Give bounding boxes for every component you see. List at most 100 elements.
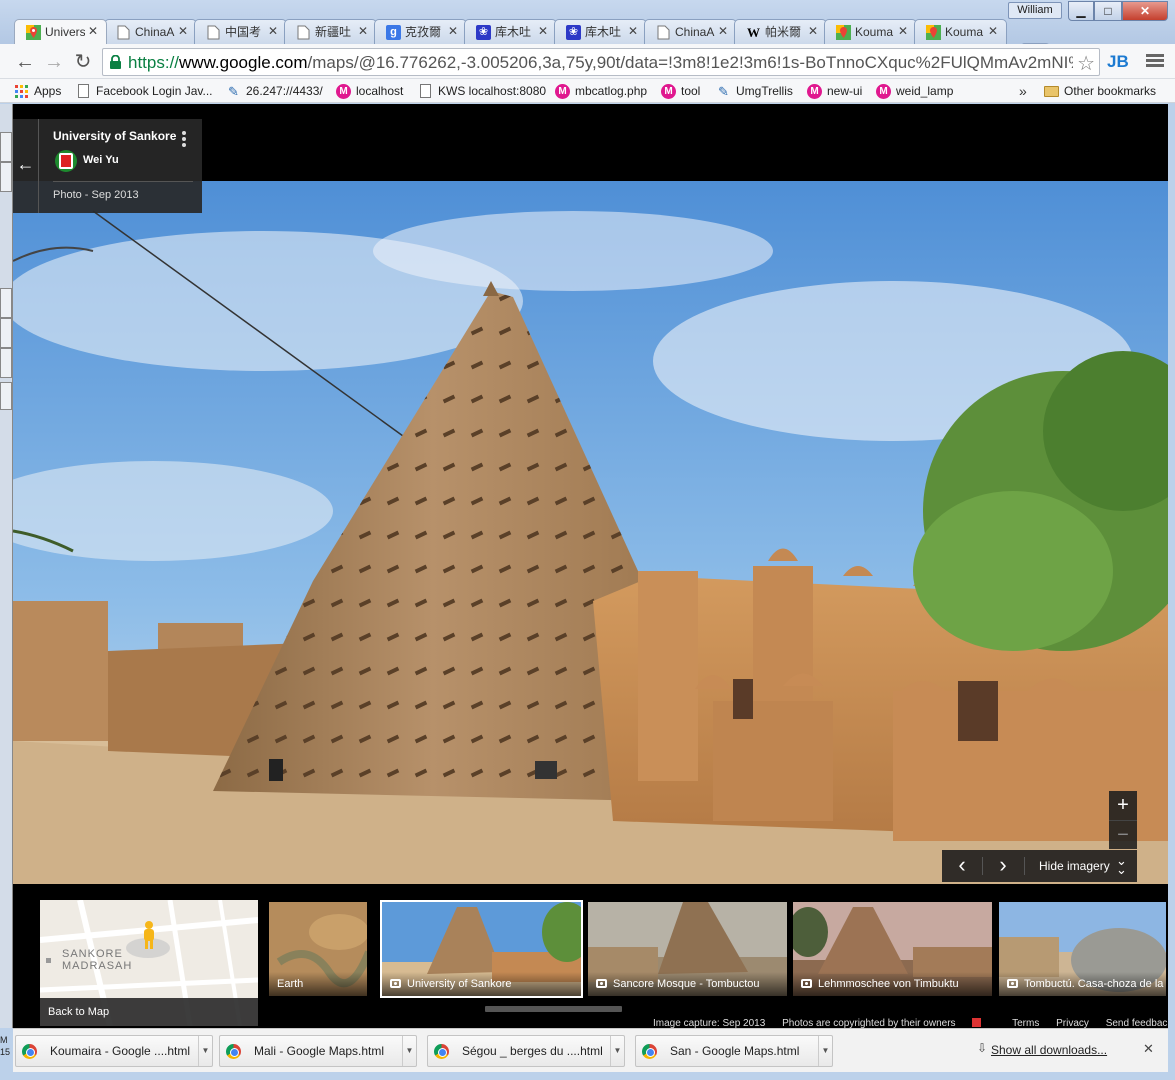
bookmark-weid-lamp[interactable]: M weid_lamp bbox=[876, 81, 953, 101]
bookmark-label: UmgTrellis bbox=[736, 84, 793, 98]
author-avatar[interactable] bbox=[55, 150, 77, 172]
tab-title: 库木吐 bbox=[495, 25, 532, 39]
download-item[interactable]: San - Google Maps.html ▼ bbox=[635, 1035, 833, 1067]
window-border bbox=[1168, 104, 1175, 1028]
chrome-icon bbox=[642, 1044, 657, 1059]
bookmark-label: KWS localhost:8080 bbox=[438, 84, 547, 98]
zoom-in-button[interactable]: + bbox=[1109, 791, 1137, 820]
photo-thumbnail-lehmmoschee[interactable]: Lehmmoschee von Timbuktu bbox=[791, 900, 994, 998]
chevron-down-icon[interactable]: ⌄ ⌄ bbox=[1116, 854, 1127, 876]
reload-button[interactable]: ↻ bbox=[70, 49, 96, 75]
page-icon bbox=[206, 25, 221, 40]
previous-photo-button[interactable]: ‹ bbox=[947, 852, 977, 878]
maximize-button[interactable]: □ bbox=[1094, 1, 1122, 21]
tab-kezier[interactable]: g 克孜爾 ✕ bbox=[374, 19, 467, 44]
close-window-button[interactable]: ✕ bbox=[1122, 1, 1168, 21]
photo-thumbnail-university-of-sankore[interactable]: University of Sankore bbox=[380, 900, 583, 998]
page-icon bbox=[656, 25, 671, 40]
bookmark-26-247[interactable]: ✎ 26.247://4433/ bbox=[226, 81, 323, 101]
folder-icon bbox=[1044, 86, 1059, 97]
close-tab-icon[interactable]: ✕ bbox=[988, 24, 998, 38]
close-tab-icon[interactable]: ✕ bbox=[718, 24, 728, 38]
jetbrains-extension-icon[interactable]: JB bbox=[1107, 52, 1129, 72]
tab-title: 库木吐 bbox=[585, 25, 622, 39]
tab-zhongguo[interactable]: 中国考 ✕ bbox=[194, 19, 287, 44]
author-name[interactable]: Wei Yu bbox=[83, 154, 119, 166]
download-item[interactable]: Koumaira - Google ....html ▼ bbox=[15, 1035, 213, 1067]
hide-imagery-button[interactable]: Hide imagery bbox=[1039, 859, 1110, 873]
tabs: Universit ✕ ChinaA ✕ 中国考 ✕ 新疆吐 ✕ g 克孜爾 bbox=[14, 19, 1055, 59]
tab-koumaira-2[interactable]: Kouma ✕ bbox=[914, 19, 1007, 44]
bookmark-new-ui[interactable]: M new-ui bbox=[807, 81, 862, 101]
tab-title: ChinaA bbox=[135, 25, 175, 39]
bookmark-umgtrellis[interactable]: ✎ UmgTrellis bbox=[716, 81, 793, 101]
tab-china-a-2[interactable]: ChinaA ✕ bbox=[644, 19, 737, 44]
back-to-map-label[interactable]: Back to Map bbox=[40, 998, 258, 1026]
chevron-down-icon[interactable]: ▼ bbox=[818, 1036, 832, 1066]
chevron-down-icon[interactable]: ▼ bbox=[198, 1036, 212, 1066]
place-title[interactable]: University of Sankore bbox=[53, 129, 176, 143]
terms-link[interactable]: Terms bbox=[1012, 1018, 1039, 1028]
camera-icon bbox=[801, 979, 812, 988]
close-tab-icon[interactable]: ✕ bbox=[88, 24, 98, 38]
url-text[interactable]: https://www.google.com/maps/@16.776262,-… bbox=[128, 53, 1073, 73]
chevron-down-icon[interactable]: ▼ bbox=[402, 1036, 416, 1066]
chrome-menu-icon[interactable] bbox=[1146, 52, 1164, 70]
street-view-photo[interactable] bbox=[13, 181, 1168, 884]
close-tab-icon[interactable]: ✕ bbox=[448, 24, 458, 38]
more-bookmarks-chevron-icon[interactable]: » bbox=[1019, 81, 1027, 101]
close-tab-icon[interactable]: ✕ bbox=[898, 24, 908, 38]
earth-thumbnail[interactable]: Earth bbox=[267, 900, 369, 998]
forward-button[interactable]: → bbox=[41, 49, 67, 75]
chrome-icon bbox=[434, 1044, 449, 1059]
bookmark-mbcatlog[interactable]: M mbcatlog.php bbox=[555, 81, 647, 101]
tab-pamir[interactable]: W 帕米爾 ✕ bbox=[734, 19, 827, 44]
bookmark-star-icon[interactable]: ☆ bbox=[1077, 51, 1095, 76]
bookmark-tool[interactable]: M tool bbox=[661, 81, 700, 101]
close-tab-icon[interactable]: ✕ bbox=[178, 24, 188, 38]
more-options-icon[interactable] bbox=[182, 131, 186, 149]
tab-china-a-1[interactable]: ChinaA ✕ bbox=[104, 19, 197, 44]
privacy-link[interactable]: Privacy bbox=[1056, 1018, 1089, 1028]
back-to-map-thumbnail[interactable]: SANKORE MADRASAH Back to Map bbox=[40, 900, 258, 1026]
tab-kumutu-2[interactable]: ❀ 库木吐 ✕ bbox=[554, 19, 647, 44]
show-all-downloads-link[interactable]: Show all downloads... bbox=[991, 1043, 1107, 1057]
bookmark-label: localhost bbox=[356, 84, 404, 98]
tab-kumutu-1[interactable]: ❀ 库木吐 ✕ bbox=[464, 19, 557, 44]
close-tab-icon[interactable]: ✕ bbox=[268, 24, 278, 38]
back-button[interactable]: ← bbox=[12, 49, 38, 75]
send-feedback-link[interactable]: Send feedback bbox=[1106, 1018, 1168, 1028]
download-item[interactable]: Mali - Google Maps.html ▼ bbox=[219, 1035, 417, 1067]
close-tab-icon[interactable]: ✕ bbox=[538, 24, 548, 38]
zoom-out-button[interactable]: − bbox=[1109, 820, 1137, 849]
close-downloads-bar-icon[interactable]: ✕ bbox=[1143, 1041, 1154, 1057]
close-tab-icon[interactable]: ✕ bbox=[358, 24, 368, 38]
address-bar[interactable]: https://www.google.com/maps/@16.776262,-… bbox=[102, 48, 1100, 76]
close-tab-icon[interactable]: ✕ bbox=[628, 24, 638, 38]
bookmark-facebook-login[interactable]: Facebook Login Jav... bbox=[76, 81, 213, 101]
zoom-control: + − bbox=[1109, 791, 1137, 849]
minimize-button[interactable]: ▁ bbox=[1068, 1, 1094, 21]
chevron-down-icon[interactable]: ▼ bbox=[610, 1036, 624, 1066]
tab-koumaira-1[interactable]: Kouma ✕ bbox=[824, 19, 917, 44]
separator bbox=[982, 857, 983, 875]
google-plus-icon[interactable] bbox=[972, 1018, 982, 1027]
profile-button[interactable]: William bbox=[1008, 2, 1062, 19]
bookmark-kws-localhost[interactable]: KWS localhost:8080 bbox=[418, 81, 546, 101]
next-photo-button[interactable]: › bbox=[988, 852, 1018, 878]
photo-thumbnail-sancore-mosque[interactable]: Sancore Mosque - Tombuctou bbox=[586, 900, 789, 998]
photo-thumbnail-casa-choza[interactable]: Tombuctú. Casa-choza de la bbox=[997, 900, 1168, 998]
close-tab-icon[interactable]: ✕ bbox=[808, 24, 818, 38]
bookmark-label: new-ui bbox=[827, 84, 863, 98]
download-item[interactable]: Ségou _ berges du ....html ▼ bbox=[427, 1035, 625, 1067]
maps-viewport[interactable]: ← University of Sankore Wei Yu Photo - S… bbox=[13, 104, 1168, 1028]
tab-title: 帕米爾 bbox=[765, 25, 802, 39]
tab-university-of-sankore[interactable]: Universit ✕ bbox=[14, 19, 107, 44]
download-filename: San - Google Maps.html bbox=[670, 1044, 800, 1058]
bookmark-apps[interactable]: Apps bbox=[14, 81, 61, 101]
other-bookmarks[interactable]: Other bookmarks bbox=[1044, 81, 1156, 101]
bookmark-localhost[interactable]: M localhost bbox=[336, 81, 403, 101]
back-arrow-icon[interactable]: ← bbox=[13, 119, 39, 213]
filmstrip-scrollbar[interactable] bbox=[485, 1006, 622, 1012]
tab-xinjiang[interactable]: 新疆吐 ✕ bbox=[284, 19, 377, 44]
